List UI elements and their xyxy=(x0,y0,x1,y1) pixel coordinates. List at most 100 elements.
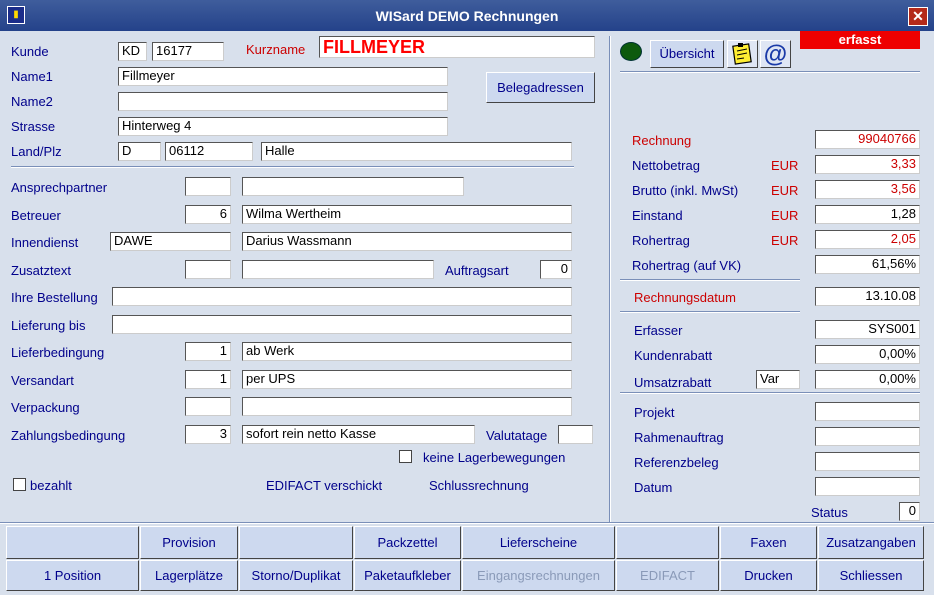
keine-lagerbewegungen-checkbox[interactable] xyxy=(399,450,412,463)
edifact-button[interactable]: EDIFACT xyxy=(616,560,719,591)
status-field[interactable]: 0 xyxy=(899,502,920,521)
right-divider-3 xyxy=(620,392,920,394)
bezahlt-checkbox[interactable] xyxy=(13,478,26,491)
zusatztext-field[interactable] xyxy=(242,260,434,279)
referenzbeleg-label: Referenzbeleg xyxy=(634,455,719,470)
ansprechpartner-name-field[interactable] xyxy=(242,177,464,196)
zahlungsbedingung-field[interactable]: sofort rein netto Kasse xyxy=(242,425,475,444)
kunde-label: Kunde xyxy=(11,44,49,59)
nettobetrag-currency: EUR xyxy=(771,158,799,173)
eingangsrechnungen-button[interactable]: Eingangsrechnungen xyxy=(462,560,615,591)
referenzbeleg-field[interactable] xyxy=(815,452,920,471)
nettobetrag-label: Nettobetrag xyxy=(632,158,700,173)
kundenrabatt-field[interactable]: 0,00% xyxy=(815,345,920,364)
right-divider-top xyxy=(620,71,920,73)
toolbar-blank-3[interactable] xyxy=(616,526,719,559)
zahlungsbedingung-label: Zahlungsbedingung xyxy=(11,428,126,443)
einstand-field[interactable]: 1,28 xyxy=(815,205,920,224)
name2-field[interactable] xyxy=(118,92,448,111)
strasse-field[interactable]: Hinterweg 4 xyxy=(118,117,448,136)
umsatzrabatt-type-field[interactable]: Var xyxy=(756,370,800,389)
strasse-label: Strasse xyxy=(11,119,56,134)
einstand-label: Einstand xyxy=(632,208,683,223)
verpackung-field[interactable] xyxy=(242,397,572,416)
erfasser-field[interactable]: SYS001 xyxy=(815,320,920,339)
nettobetrag-field[interactable]: 3,33 xyxy=(815,155,920,174)
brutto-label: Brutto (inkl. MwSt) xyxy=(632,183,739,198)
schliessen-button[interactable]: Schliessen xyxy=(818,560,924,591)
rechnung-field[interactable]: 99040766 xyxy=(815,130,920,149)
betreuer-code-field[interactable]: 6 xyxy=(185,205,231,224)
close-icon[interactable]: ✕ xyxy=(908,7,928,26)
position-button[interactable]: 1 Position xyxy=(6,560,139,591)
zusatztext-code-field[interactable] xyxy=(185,260,231,279)
plz-field[interactable]: 06112 xyxy=(165,142,253,161)
lieferscheine-button[interactable]: Lieferscheine xyxy=(462,526,615,559)
toolbar-blank-1[interactable] xyxy=(6,526,139,559)
land-field[interactable]: D xyxy=(118,142,161,161)
toolbar-divider xyxy=(0,522,934,524)
right-divider-2 xyxy=(620,311,800,313)
umsatzrabatt-label: Umsatzrabatt xyxy=(634,375,712,390)
uebersicht-button[interactable]: Übersicht xyxy=(650,40,724,68)
kurzname-field[interactable]: FILLMEYER xyxy=(319,36,595,58)
rechnungsdatum-field[interactable]: 13.10.08 xyxy=(815,287,920,306)
ihre-bestellung-field[interactable] xyxy=(112,287,572,306)
betreuer-name-field[interactable]: Wilma Wertheim xyxy=(242,205,572,224)
edifact-verschickt-label: EDIFACT verschickt xyxy=(266,478,383,493)
versandart-label: Versandart xyxy=(11,373,74,388)
rohertrag-vk-field[interactable]: 61,56% xyxy=(815,255,920,274)
right-divider-1 xyxy=(620,279,800,281)
name1-label: Name1 xyxy=(11,69,53,84)
paketaufkleber-button[interactable]: Paketaufkleber xyxy=(354,560,461,591)
lieferbedingung-field[interactable]: ab Werk xyxy=(242,342,572,361)
projekt-label: Projekt xyxy=(634,405,675,420)
name1-field[interactable]: Fillmeyer xyxy=(118,67,448,86)
versandart-field[interactable]: per UPS xyxy=(242,370,572,389)
lagerplaetze-button[interactable]: Lagerplätze xyxy=(140,560,238,591)
innendienst-name-field[interactable]: Darius Wassmann xyxy=(242,232,572,251)
zusatzangaben-button[interactable]: Zusatzangaben xyxy=(818,526,924,559)
lieferung-bis-field[interactable] xyxy=(112,315,572,334)
kunde-prefix-field[interactable]: KD xyxy=(118,42,147,61)
kurzname-label: Kurzname xyxy=(246,42,306,57)
verpackung-code-field[interactable] xyxy=(185,397,231,416)
brutto-field[interactable]: 3,56 xyxy=(815,180,920,199)
lieferbedingung-code-field[interactable]: 1 xyxy=(185,342,231,361)
auftragsart-field[interactable]: 0 xyxy=(540,260,572,279)
rahmenauftrag-label: Rahmenauftrag xyxy=(634,430,724,445)
projekt-field[interactable] xyxy=(815,402,920,421)
status-badge: erfasst xyxy=(800,31,920,49)
title-bar: ▮ WISard DEMO Rechnungen ✕ xyxy=(0,0,934,31)
innendienst-code-field[interactable]: DAWE xyxy=(110,232,231,251)
window-title: WISard DEMO Rechnungen xyxy=(375,8,559,24)
kunde-nr-field[interactable]: 16177 xyxy=(152,42,224,61)
valutatage-field[interactable] xyxy=(558,425,593,444)
rohertrag-field[interactable]: 2,05 xyxy=(815,230,920,249)
keine-lagerbewegungen-label: keine Lagerbewegungen xyxy=(423,450,566,465)
faxen-button[interactable]: Faxen xyxy=(720,526,817,559)
status-label: Status xyxy=(811,505,848,520)
notepad-icon[interactable] xyxy=(727,40,758,68)
zahlungsbedingung-code-field[interactable]: 3 xyxy=(185,425,231,444)
toolbar-blank-2[interactable] xyxy=(239,526,353,559)
rahmenauftrag-field[interactable] xyxy=(815,427,920,446)
rohertrag-label: Rohertrag xyxy=(632,233,690,248)
umsatzrabatt-field[interactable]: 0,00% xyxy=(815,370,920,389)
lieferung-bis-label: Lieferung bis xyxy=(11,318,86,333)
innendienst-label: Innendienst xyxy=(11,235,79,250)
drucken-button[interactable]: Drucken xyxy=(720,560,817,591)
email-at-icon[interactable]: @ xyxy=(760,40,791,68)
provision-button[interactable]: Provision xyxy=(140,526,238,559)
rohertrag-currency: EUR xyxy=(771,233,799,248)
status-indicator-icon xyxy=(620,42,642,61)
ort-field[interactable]: Halle xyxy=(261,142,572,161)
belegadressen-button[interactable]: Belegadressen xyxy=(486,72,595,103)
packzettel-button[interactable]: Packzettel xyxy=(354,526,461,559)
rechnungsdatum-label: Rechnungsdatum xyxy=(634,290,736,305)
ansprechpartner-code-field[interactable] xyxy=(185,177,231,196)
datum-field[interactable] xyxy=(815,477,920,496)
versandart-code-field[interactable]: 1 xyxy=(185,370,231,389)
rechnung-label: Rechnung xyxy=(632,133,692,148)
storno-duplikat-button[interactable]: Storno/Duplikat xyxy=(239,560,353,591)
